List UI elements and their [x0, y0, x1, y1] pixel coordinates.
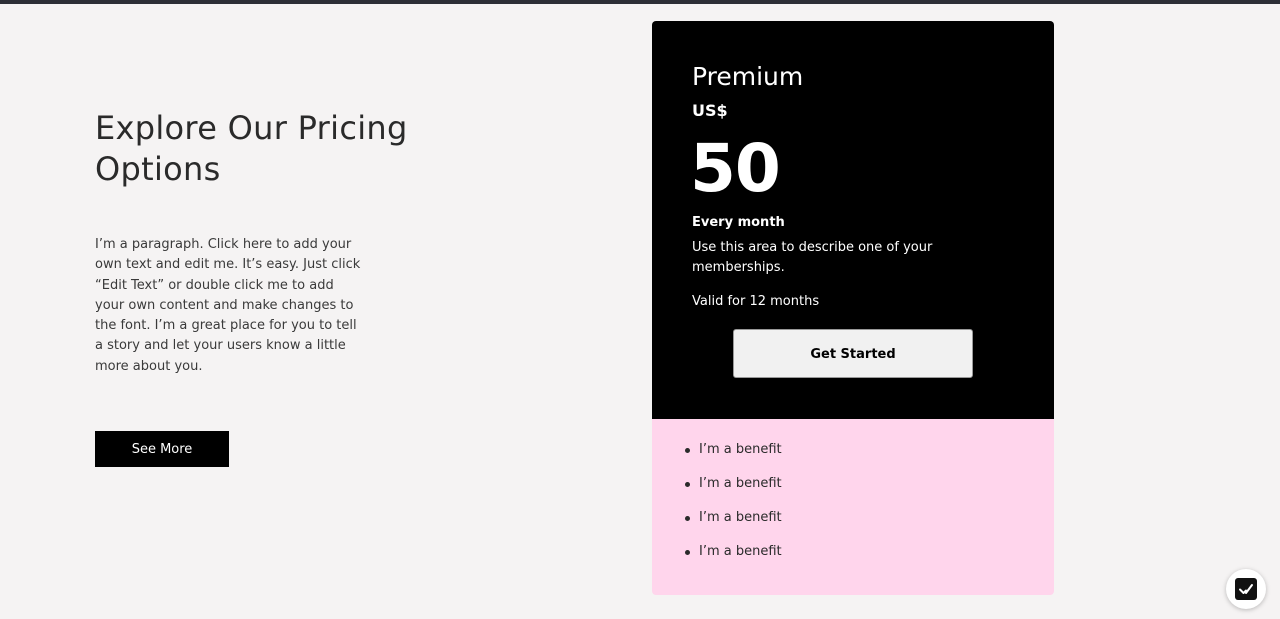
pricing-card-header: Premium US$ 50 Every month Use this area…	[652, 21, 1054, 419]
plan-period: Every month	[692, 215, 785, 230]
plan-currency: US$	[692, 101, 728, 120]
plan-price: 50	[690, 130, 781, 207]
pricing-card-benefits: I’m a benefit I’m a benefit I’m a benefi…	[652, 419, 1054, 595]
benefit-item: I’m a benefit	[685, 473, 782, 507]
benefits-list: I’m a benefit I’m a benefit I’m a benefi…	[685, 439, 782, 575]
bullet-icon	[685, 516, 690, 521]
top-bar	[0, 0, 1280, 4]
benefit-item: I’m a benefit	[685, 541, 782, 575]
benefit-item: I’m a benefit	[685, 507, 782, 541]
bullet-icon	[685, 448, 690, 453]
benefit-label: I’m a benefit	[699, 476, 782, 491]
plan-name: Premium	[692, 62, 804, 91]
bullet-icon	[685, 482, 690, 487]
intro-paragraph: I’m a paragraph. Click here to add your …	[95, 237, 361, 374]
checkmark-chat-icon	[1235, 578, 1257, 600]
plan-description: Use this area to describe one of your me…	[692, 240, 933, 275]
benefit-item: I’m a benefit	[685, 439, 782, 473]
pricing-card: Premium US$ 50 Every month Use this area…	[652, 21, 1054, 595]
benefit-label: I’m a benefit	[699, 442, 782, 457]
page-title: Explore Our Pricing Options	[95, 109, 408, 188]
chat-widget-button[interactable]	[1226, 569, 1266, 609]
benefit-label: I’m a benefit	[699, 510, 782, 525]
see-more-button[interactable]: See More	[95, 431, 229, 467]
plan-validity: Valid for 12 months	[692, 294, 820, 309]
bullet-icon	[685, 550, 690, 555]
benefit-label: I’m a benefit	[699, 544, 782, 559]
get-started-button[interactable]: Get Started	[733, 329, 973, 378]
